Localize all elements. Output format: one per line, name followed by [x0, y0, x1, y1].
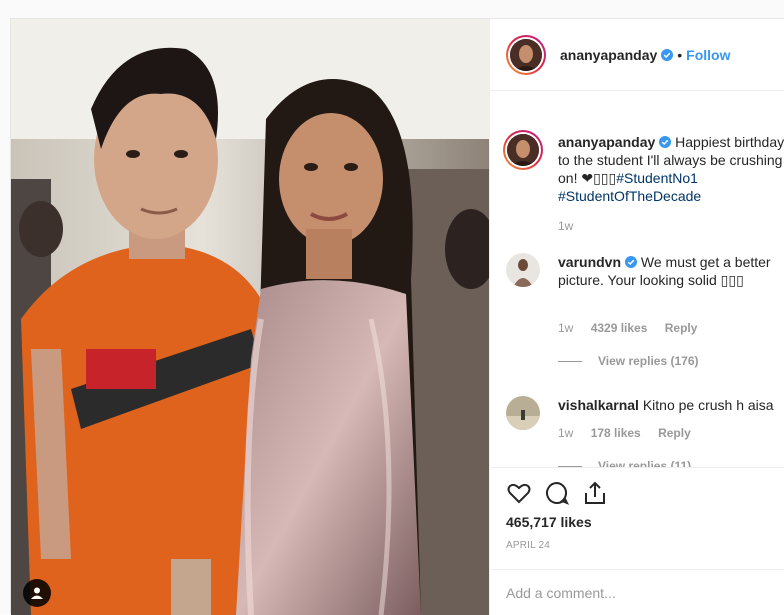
hashtag-student-of-the-decade[interactable]: #StudentOfTheDecade — [558, 188, 701, 204]
verified-badge-icon — [661, 48, 674, 61]
hashtag-student-no1[interactable]: #StudentNo1 — [616, 170, 698, 186]
caption-avatar[interactable] — [503, 130, 543, 170]
heart-icon — [507, 483, 531, 504]
post-photo[interactable] — [11, 19, 489, 615]
add-comment-input[interactable]: Add a comment... — [506, 585, 616, 601]
comment-meta: 1w 4329 likes Reply — [558, 321, 711, 335]
comment-bubble-icon — [546, 481, 570, 505]
commenter-avatar[interactable] — [506, 253, 540, 287]
reply-button[interactable]: Reply — [665, 321, 698, 335]
author-username[interactable]: ananyapanday — [560, 47, 657, 63]
avatar-image — [506, 253, 540, 287]
comment-likes[interactable]: 4329 likes — [591, 321, 648, 335]
post-sidebar: ananyapanday • Follow ananyapanday Happi… — [489, 19, 784, 615]
user-icon — [31, 587, 43, 599]
post-actions: 465,717 likes APRIL 24 — [490, 467, 784, 551]
page-background: ananyapanday • Follow ananyapanday Happi… — [0, 0, 784, 615]
avatar-image — [510, 38, 542, 71]
comment-time[interactable]: 1w — [558, 321, 573, 335]
comment-button[interactable] — [544, 480, 570, 506]
commenter-username[interactable]: vishalkarnal — [558, 397, 639, 413]
comments-list[interactable]: ananyapanday Happiest birthday to the st… — [490, 91, 784, 467]
view-replies-label: View replies (11) — [598, 459, 692, 467]
share-icon — [585, 481, 605, 504]
caption-meta: 1w — [558, 219, 587, 233]
action-icons — [506, 480, 608, 506]
add-comment-bar: Add a comment... P — [490, 569, 784, 615]
comment-text: Kitno pe crush h aisa — [638, 397, 774, 413]
avatar-image — [507, 134, 539, 166]
caption-time[interactable]: 1w — [558, 219, 573, 233]
commenter-avatar[interactable] — [506, 396, 540, 430]
like-button[interactable] — [506, 480, 532, 506]
likes-count[interactable]: 465,717 likes — [506, 514, 592, 530]
comment-meta: 1w 178 likes Reply — [558, 426, 705, 440]
tagged-users-button[interactable] — [23, 579, 51, 607]
post-modal: ananyapanday • Follow ananyapanday Happi… — [10, 18, 784, 615]
avatar-image — [506, 396, 540, 430]
follow-button[interactable]: Follow — [686, 47, 730, 63]
view-replies-button[interactable]: View replies (176) — [558, 354, 699, 368]
comment-likes[interactable]: 178 likes — [591, 426, 641, 440]
verified-badge-icon — [625, 256, 638, 268]
photo-illustration — [11, 19, 489, 615]
verified-badge-icon — [659, 136, 672, 148]
replies-divider — [558, 360, 582, 362]
view-replies-label: View replies (176) — [598, 354, 699, 368]
header-separator: • — [677, 46, 683, 63]
post-header: ananyapanday • Follow — [490, 19, 784, 91]
reply-button[interactable]: Reply — [658, 426, 691, 440]
comment-time[interactable]: 1w — [558, 426, 573, 440]
view-replies-button[interactable]: View replies (11) — [558, 459, 691, 467]
post-date[interactable]: APRIL 24 — [506, 540, 550, 551]
author-avatar[interactable] — [506, 34, 546, 75]
share-button[interactable] — [582, 480, 608, 506]
commenter-username[interactable]: varundvn — [558, 254, 621, 270]
caption-username[interactable]: ananyapanday — [558, 134, 655, 150]
